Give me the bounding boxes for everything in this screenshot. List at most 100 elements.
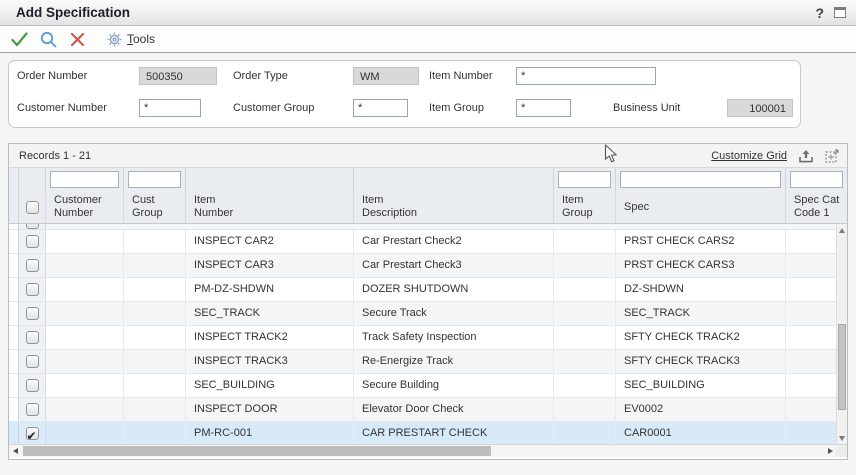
column-header-spec[interactable]: Spec [616, 191, 786, 223]
vertical-scrollbar[interactable] [836, 224, 847, 444]
help-icon[interactable]: ? [815, 5, 824, 21]
cell-item-description: CAR PRESTART CHECK [354, 422, 554, 444]
table-row[interactable]: PM-DZ-SHDWNDOZER SHUTDOWNDZ-SHDWN [9, 278, 836, 302]
row-indicator-cell [9, 278, 19, 301]
column-header-item-number[interactable]: Item Number [186, 191, 354, 223]
vertical-scroll-thumb[interactable] [838, 324, 846, 410]
cell-item-number: PM-DZ-SHDWN [186, 278, 354, 301]
gear-icon [107, 32, 122, 47]
table-row[interactable]: INSPECT CAR3Car Prestart Check3PRST CHEC… [9, 254, 836, 278]
row-checkbox[interactable] [26, 355, 39, 368]
cell-item-description: Secure Building [354, 374, 554, 397]
row-checkbox[interactable] [26, 331, 39, 344]
cell-cust-group [124, 326, 186, 349]
ok-button[interactable] [10, 30, 28, 48]
row-checkbox-cell [19, 302, 46, 325]
row-indicator-cell [9, 230, 19, 253]
cell-item-number: INSPECT DOOR [186, 398, 354, 421]
export-grid-icon[interactable] [799, 149, 813, 163]
cell-item-description: Track Safety Inspection [354, 326, 554, 349]
cell-spec: EV0002 [616, 398, 786, 421]
cell-spec: PRST CHECK CARS2 [616, 230, 786, 253]
cell-customer-number [46, 398, 124, 421]
cell-spec: SFTY CHECK TRACK2 [616, 326, 786, 349]
cell-cust-group [124, 398, 186, 421]
column-header-item-description[interactable]: Item Description [354, 191, 554, 223]
scroll-up-button[interactable] [837, 224, 847, 236]
select-all-cell [19, 191, 46, 223]
grid-toolbar: Records 1 - 21 Customize Grid [9, 144, 847, 168]
filter-input-spec-cat[interactable] [790, 171, 843, 188]
cell-item-group [554, 350, 616, 373]
cell-item-number: INSPECT TRACK3 [186, 350, 354, 373]
cell-spec: PRST CHECK CARS3 [616, 254, 786, 277]
column-header-cust-group[interactable]: Cust Group [124, 191, 186, 223]
cell-item-description: Car Prestart Check3 [354, 254, 554, 277]
row-checkbox[interactable] [26, 403, 39, 416]
cell-cust-group [124, 278, 186, 301]
row-checkbox-cell [19, 374, 46, 397]
cell-customer-number [46, 374, 124, 397]
customer-group-label: Customer Group [233, 100, 314, 117]
scroll-down-button[interactable] [837, 432, 847, 444]
table-row[interactable]: SEC_TRACKSecure TrackSEC_TRACK [9, 302, 836, 326]
filter-input-cust-group[interactable] [128, 171, 181, 188]
table-row[interactable]: INSPECT TRACK2Track Safety InspectionSFT… [9, 326, 836, 350]
customer-number-label: Customer Number [17, 100, 107, 117]
arrow-up-icon [839, 228, 845, 233]
row-checkbox[interactable] [26, 307, 39, 320]
row-indicator-cell [9, 302, 19, 325]
cell-cust-group [124, 350, 186, 373]
row-checkbox[interactable] [26, 283, 39, 296]
expand-grid-icon[interactable] [825, 149, 839, 163]
row-checkbox[interactable] [26, 259, 39, 272]
filter-input-customer-number[interactable] [50, 171, 119, 188]
table-row[interactable]: INSPECT CAR2Car Prestart Check2PRST CHEC… [9, 230, 836, 254]
customize-grid-link[interactable]: Customize Grid [711, 150, 787, 162]
table-row[interactable]: INSPECT DOORElevator Door Check EV0002 [9, 398, 836, 422]
cell-item-description: Car Prestart Check2 [354, 230, 554, 253]
filter-input-item-group[interactable] [558, 171, 611, 188]
filter-form-panel: Order Number 500350 Order Type WM Item N… [8, 60, 801, 128]
item-number-input[interactable] [516, 67, 656, 85]
order-number-field: 500350 [139, 67, 217, 85]
cell-spec-cat [786, 422, 836, 444]
select-all-checkbox[interactable] [26, 201, 39, 214]
customer-number-input[interactable] [139, 99, 201, 117]
cell-customer-number [46, 422, 124, 444]
table-row[interactable]: INSPECT TRACK3Re-Energize TrackSFTY CHEC… [9, 350, 836, 374]
item-group-label: Item Group [429, 100, 484, 117]
item-group-input[interactable] [516, 99, 571, 117]
row-checkbox[interactable] [26, 235, 39, 248]
column-header-customer-number[interactable]: Customer Number [46, 191, 124, 223]
row-checkbox-cell [19, 422, 46, 444]
business-unit-field: 100001 [727, 99, 793, 117]
cell-item-description: Elevator Door Check [354, 398, 554, 421]
cell-spec-cat [786, 278, 836, 301]
scroll-left-button[interactable] [9, 445, 21, 457]
cell-spec-cat [786, 230, 836, 253]
table-row[interactable]: SEC_BUILDINGSecure BuildingSEC_BUILDING [9, 374, 836, 398]
row-indicator-cell [9, 398, 19, 421]
row-checkbox[interactable] [26, 379, 39, 392]
scroll-right-button[interactable] [824, 445, 836, 457]
horizontal-scrollbar[interactable] [9, 445, 836, 457]
item-number-label: Item Number [429, 68, 493, 85]
horizontal-scroll-thumb[interactable] [23, 446, 491, 456]
cell-spec: CAR0001 [616, 422, 786, 444]
filter-input-spec[interactable] [620, 171, 781, 188]
table-row[interactable]: PM-RC-001CAR PRESTART CHECKCAR0001 [9, 422, 836, 444]
customer-group-input[interactable] [353, 99, 408, 117]
column-header-item-group[interactable]: Item Group [554, 191, 616, 223]
tools-button[interactable]: Tools [107, 32, 155, 47]
column-header-spec-cat[interactable]: Spec Cat Code 1 [786, 191, 847, 223]
cell-spec-cat [786, 350, 836, 373]
row-checkbox[interactable] [26, 427, 39, 440]
row-checkbox[interactable] [26, 224, 39, 229]
cell-spec-cat [786, 326, 836, 349]
close-button[interactable] [68, 30, 86, 48]
row-checkbox-cell [19, 326, 46, 349]
window-restore-icon[interactable] [834, 7, 846, 18]
find-button[interactable] [39, 30, 57, 48]
grid-header-row: Customer Number Cust Group Item Number I… [9, 191, 847, 224]
